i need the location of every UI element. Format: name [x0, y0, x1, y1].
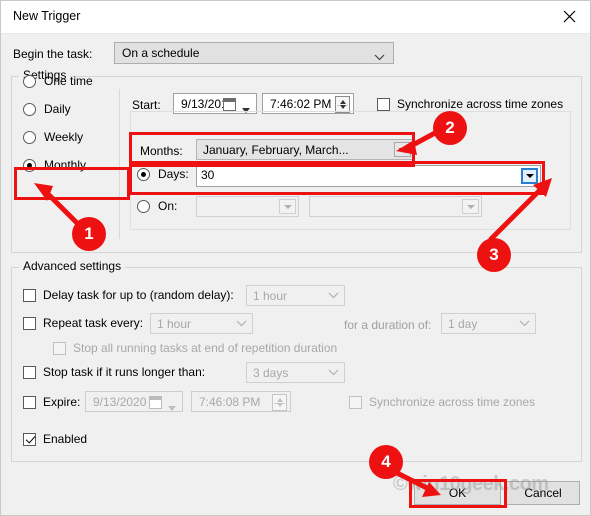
- time-spinner[interactable]: [272, 394, 287, 411]
- months-value: January, February, March...: [203, 143, 349, 157]
- checkbox-indicator: [23, 316, 36, 330]
- sync-timezones-label: Synchronize across time zones: [397, 97, 564, 111]
- spinner-up-icon: [276, 398, 283, 402]
- radio-indicator: [137, 199, 150, 213]
- radio-indicator: [23, 158, 36, 172]
- radio-days[interactable]: Days:: [137, 165, 189, 183]
- expire-checkbox[interactable]: Expire:: [23, 395, 80, 409]
- cancel-button-label: Cancel: [524, 486, 562, 500]
- spinner-up-icon: [339, 100, 346, 104]
- months-dropdown-button[interactable]: [394, 142, 411, 157]
- title-bar: New Trigger: [1, 1, 590, 34]
- advanced-settings-label: Advanced settings: [19, 259, 126, 273]
- stop-task-label: Stop task if it runs longer than:: [43, 365, 206, 379]
- window-title: New Trigger: [13, 9, 81, 23]
- delay-task-label: Delay task for up to (random delay):: [43, 288, 234, 302]
- triangle-down-icon: [466, 204, 475, 209]
- expire-sync-timezones-label: Synchronize across time zones: [369, 395, 536, 409]
- on-ordinal-dropdown[interactable]: [196, 196, 299, 217]
- triangle-down-icon: [525, 174, 534, 178]
- delay-task-dropdown[interactable]: 1 hour: [246, 285, 345, 306]
- start-label: Start:: [132, 98, 161, 112]
- close-icon[interactable]: [546, 1, 590, 32]
- radio-one-time[interactable]: One time: [23, 72, 93, 90]
- expire-label: Expire:: [43, 395, 81, 409]
- calendar-icon: [223, 98, 236, 111]
- radio-indicator: [23, 102, 36, 116]
- checkbox-indicator: [23, 395, 36, 409]
- enabled-label: Enabled: [43, 432, 88, 446]
- days-dropdown-button[interactable]: [521, 168, 538, 184]
- radio-daily-label: Daily: [44, 102, 71, 116]
- sync-timezones-checkbox[interactable]: Synchronize across time zones: [377, 97, 563, 111]
- duration-value: 1 day: [448, 317, 478, 331]
- chevron-down-icon: [374, 50, 385, 64]
- on-ordinal-dropdown-button[interactable]: [279, 199, 296, 214]
- stop-all-running-label: Stop all running tasks at end of repetit…: [73, 341, 338, 355]
- settings-divider: [119, 89, 120, 239]
- radio-on[interactable]: On:: [137, 197, 177, 215]
- on-label: On:: [158, 199, 178, 213]
- calendar-icon: [149, 396, 162, 409]
- days-value: 30: [201, 168, 215, 182]
- checkbox-indicator: [377, 97, 390, 111]
- on-weekday-dropdown-button[interactable]: [462, 199, 479, 214]
- repeat-interval-value: 1 hour: [157, 317, 192, 331]
- days-input[interactable]: 30: [196, 165, 541, 187]
- duration-label: for a duration of:: [344, 318, 432, 332]
- checkbox-indicator: [23, 288, 36, 302]
- on-weekday-dropdown[interactable]: [309, 196, 482, 217]
- months-dropdown[interactable]: January, February, March...: [196, 139, 414, 160]
- expire-date-value: 9/13/2020: [93, 395, 147, 409]
- days-label: Days:: [158, 167, 189, 181]
- radio-weekly[interactable]: Weekly: [23, 128, 83, 146]
- cancel-button[interactable]: Cancel: [506, 481, 580, 505]
- begin-task-label: Begin the task:: [13, 47, 93, 61]
- checkbox-indicator: [349, 395, 362, 409]
- radio-monthly[interactable]: Monthly: [23, 156, 86, 174]
- begin-task-select[interactable]: On a schedule: [114, 42, 394, 64]
- ok-button[interactable]: OK: [414, 481, 501, 505]
- triangle-down-icon: [283, 204, 292, 209]
- repeat-interval-dropdown[interactable]: 1 hour: [150, 313, 253, 334]
- checkbox-indicator: [53, 341, 66, 355]
- new-trigger-dialog: New Trigger Begin the task: On a schedul…: [0, 0, 591, 516]
- delay-task-value: 1 hour: [253, 289, 288, 303]
- radio-daily[interactable]: Daily: [23, 100, 71, 118]
- delay-task-dropdown-button[interactable]: [325, 288, 342, 303]
- stop-all-running-checkbox[interactable]: Stop all running tasks at end of repetit…: [53, 341, 337, 355]
- triangle-down-icon: [398, 147, 407, 152]
- expire-date-field[interactable]: 9/13/2020: [85, 391, 183, 412]
- begin-task-value: On a schedule: [122, 46, 200, 60]
- expire-time-field[interactable]: 7:46:08 PM: [191, 391, 291, 412]
- checkbox-indicator: [23, 365, 36, 379]
- repeat-task-checkbox[interactable]: Repeat task every:: [23, 316, 143, 330]
- stop-task-checkbox[interactable]: Stop task if it runs longer than:: [23, 365, 205, 379]
- duration-dropdown-button[interactable]: [516, 316, 533, 331]
- duration-dropdown[interactable]: 1 day: [441, 313, 536, 334]
- delay-task-checkbox[interactable]: Delay task for up to (random delay):: [23, 288, 234, 302]
- chevron-down-icon[interactable]: [168, 400, 176, 414]
- spinner-down-icon: [276, 403, 283, 407]
- start-time-value: 7:46:02 PM: [270, 97, 332, 111]
- checkbox-indicator: [23, 432, 36, 446]
- months-label: Months:: [140, 144, 183, 158]
- enabled-checkbox[interactable]: Enabled: [23, 432, 87, 446]
- radio-indicator: [137, 167, 150, 181]
- repeat-interval-dropdown-button[interactable]: [233, 316, 250, 331]
- radio-weekly-label: Weekly: [44, 130, 84, 144]
- stop-task-value: 3 days: [253, 366, 289, 380]
- radio-indicator: [23, 74, 36, 88]
- repeat-task-label: Repeat task every:: [43, 316, 144, 330]
- stop-task-dropdown-button[interactable]: [325, 365, 342, 380]
- spinner-down-icon: [339, 105, 346, 109]
- expire-time-value: 7:46:08 PM: [199, 395, 261, 409]
- radio-one-time-label: One time: [44, 74, 93, 88]
- radio-indicator: [23, 130, 36, 144]
- stop-task-dropdown[interactable]: 3 days: [246, 362, 345, 383]
- radio-monthly-label: Monthly: [44, 158, 87, 172]
- ok-button-label: OK: [448, 486, 467, 500]
- expire-sync-timezones-checkbox[interactable]: Synchronize across time zones: [349, 395, 535, 409]
